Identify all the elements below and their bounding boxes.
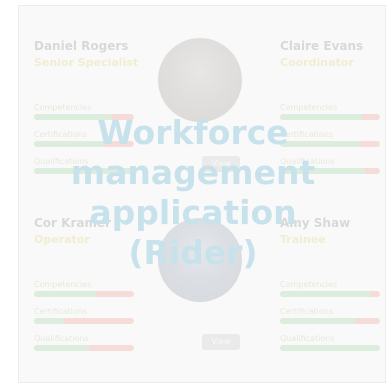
title-overlay: Workforce management application (Rider) — [0, 0, 386, 385]
title-line: Workforce — [97, 112, 289, 152]
title-line: (Rider) — [128, 232, 258, 272]
title-line: application — [89, 192, 297, 232]
title-line: management — [70, 152, 316, 192]
